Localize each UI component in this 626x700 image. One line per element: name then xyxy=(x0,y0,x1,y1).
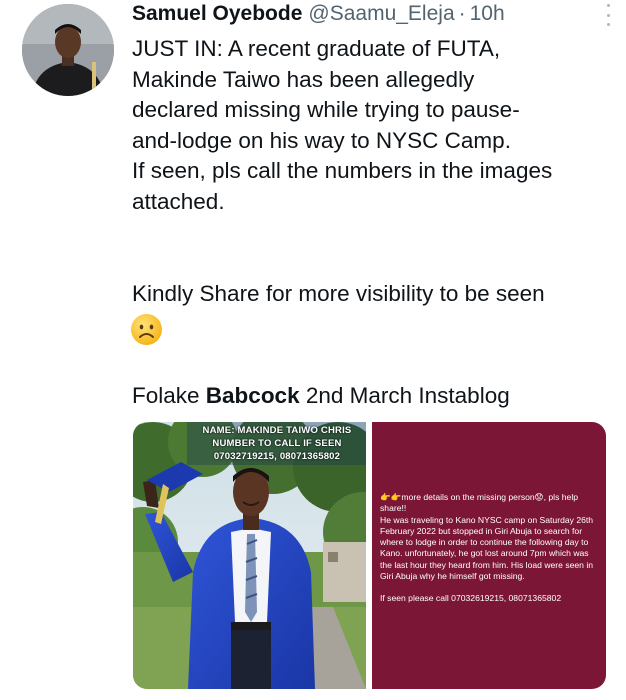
tweet-body-line: Makinde Taiwo has been allegedly xyxy=(132,66,475,92)
credit-bold-name: Babcock xyxy=(205,383,300,408)
tweet-body-line: declared missing while trying to pause- xyxy=(132,97,520,122)
media-image-details-poster[interactable]: 👉👉more details on the missing person😟, p… xyxy=(372,422,606,689)
poster-caption-call-label: NUMBER TO CALL IF SEEN xyxy=(212,438,342,449)
poster-caption-numbers: 07032719215, 08071365802 xyxy=(213,451,341,462)
tweet-body-line: and-lodge on his way to NYSC Camp. xyxy=(132,127,511,153)
more-options-icon[interactable] xyxy=(604,4,612,26)
tweet-body-line: JUST IN: A recent graduate of FUTA, xyxy=(132,36,501,61)
poster-call: If seen please call 07032619215, 0807136… xyxy=(380,593,562,604)
tweet-body-line: attached. xyxy=(132,188,225,214)
author-handle[interactable]: @Saamu_Eleja xyxy=(308,2,454,26)
separator-dot: · xyxy=(458,2,466,25)
credit-suffix: 2nd March Instablog xyxy=(299,383,510,408)
poster-caption-name: NAME: MAKINDE TAIWO CHRIS xyxy=(202,425,352,436)
credit-prefix: Folake xyxy=(132,383,206,408)
tweet-body-line: If seen, pls call the numbers in the ima… xyxy=(132,158,553,183)
tweet-body: JUST IN: A recent graduate of FUTA, Maki… xyxy=(132,34,612,217)
sad-face-emoji-icon xyxy=(131,314,162,345)
share-request-text: Kindly Share for more visibility to be s… xyxy=(132,281,545,306)
poster-details-text: 👉👉more details on the missing person😟, p… xyxy=(380,492,600,605)
poster-intro: 👉👉more details on the missing person😟, p… xyxy=(380,492,579,514)
poster-body: He was traveling to Kano NYSC camp on Sa… xyxy=(380,514,594,582)
tweet-header: Samuel Oyebode @Saamu_Eleja · 10h xyxy=(132,0,612,28)
poster-caption: NAME: MAKINDE TAIWO CHRIS NUMBER TO CALL… xyxy=(187,422,366,465)
author-name[interactable]: Samuel Oyebode xyxy=(132,2,302,26)
media-image-graduate-photo[interactable]: NAME: MAKINDE TAIWO CHRIS NUMBER TO CALL… xyxy=(133,422,366,689)
tweet-timestamp[interactable]: 10h xyxy=(470,2,505,26)
author-avatar[interactable] xyxy=(22,4,114,96)
credit-line: Folake Babcock 2nd March Instablog xyxy=(132,381,510,411)
